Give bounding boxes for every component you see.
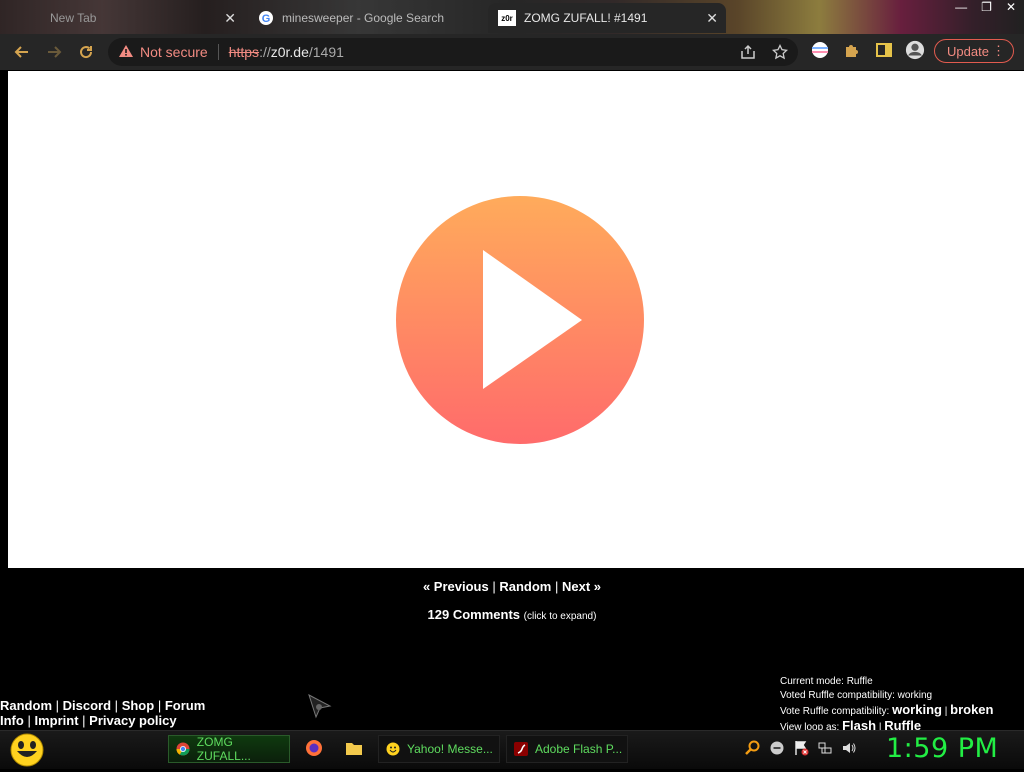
footer-link-shop[interactable]: Shop bbox=[122, 698, 155, 713]
play-button[interactable] bbox=[396, 196, 644, 444]
flash-icon bbox=[513, 741, 529, 757]
arrow-right-icon bbox=[48, 46, 62, 58]
footer-links: Random | Discord | Shop | Forum Info | I… bbox=[0, 698, 205, 728]
close-icon[interactable]: ✕ bbox=[706, 10, 718, 27]
tab-new-tab[interactable]: New Tab ✕ bbox=[20, 3, 244, 33]
footer-link-privacy[interactable]: Privacy policy bbox=[89, 713, 176, 728]
start-button[interactable] bbox=[8, 733, 46, 767]
url-path: /1491 bbox=[308, 44, 344, 60]
forward-button[interactable] bbox=[38, 36, 70, 68]
reload-icon bbox=[80, 46, 93, 59]
footer-link-discord[interactable]: Discord bbox=[63, 698, 111, 713]
footer-separator: | bbox=[27, 713, 31, 728]
bookmark-star-icon[interactable] bbox=[771, 43, 789, 63]
nav-separator: | bbox=[492, 579, 496, 594]
flash-player-area[interactable] bbox=[8, 71, 1024, 568]
vote-broken-link[interactable]: broken bbox=[950, 702, 993, 717]
tab-title: New Tab bbox=[50, 11, 97, 25]
footer-row: Info | Imprint | Privacy policy bbox=[0, 713, 205, 728]
vote-compatibility-row: Vote Ruffle compatibility: working | bro… bbox=[780, 703, 993, 719]
nav-separator: | bbox=[554, 579, 559, 594]
vote-separator: | bbox=[944, 706, 948, 717]
vote-working-link[interactable]: working bbox=[892, 702, 942, 717]
ruffle-mode-info: Current mode: Ruffle Voted Ruffle compat… bbox=[780, 675, 993, 735]
voted-compatibility: Voted Ruffle compatibility: working bbox=[780, 690, 933, 701]
loop-navigation: « Previous | Random | Next » bbox=[0, 579, 1024, 594]
url-scheme: https bbox=[228, 44, 260, 60]
extensions-puzzle-icon[interactable] bbox=[842, 40, 862, 60]
omnibox-actions bbox=[740, 43, 789, 63]
comments-count: 129 Comments bbox=[427, 607, 521, 622]
footer-separator: | bbox=[82, 713, 86, 728]
share-icon[interactable] bbox=[740, 44, 756, 63]
vote-label: Vote Ruffle compatibility: bbox=[780, 706, 890, 717]
play-icon bbox=[483, 250, 582, 389]
tab-google-search[interactable]: G minesweeper - Google Search bbox=[250, 3, 480, 33]
taskbar-app-label: Yahoo! Messe... bbox=[407, 742, 493, 756]
random-link[interactable]: Random bbox=[499, 579, 551, 594]
taskbar-clock[interactable]: 1:59 PM bbox=[886, 733, 998, 764]
current-mode: Current mode: Ruffle bbox=[780, 676, 873, 687]
comments-toggle[interactable]: 129 Comments (click to expand) bbox=[0, 607, 1024, 622]
taskbar-app-yahoo-messenger[interactable]: Yahoo! Messe... bbox=[378, 735, 500, 763]
footer-row: Random | Discord | Shop | Forum bbox=[0, 698, 205, 713]
footer-link-random[interactable]: Random bbox=[0, 698, 52, 713]
side-panel-icon[interactable] bbox=[874, 40, 894, 60]
taskbar-app-chrome[interactable]: ZOMG ZUFALL... bbox=[168, 735, 290, 763]
divider bbox=[217, 44, 219, 60]
back-button[interactable] bbox=[6, 36, 38, 68]
warning-icon[interactable] bbox=[118, 44, 134, 61]
taskbar-app-label: Adobe Flash P... bbox=[535, 742, 623, 756]
url-separator: :// bbox=[259, 44, 271, 60]
google-icon: G bbox=[258, 10, 274, 26]
browser-toolbar: Not secure https://z0r.de/1491 Update ⋮ bbox=[0, 34, 1024, 70]
more-menu-icon[interactable]: ⋮ bbox=[992, 43, 1005, 59]
taskbar-app-flash-player[interactable]: Adobe Flash P... bbox=[506, 735, 628, 763]
messenger-tray-icon[interactable] bbox=[769, 740, 785, 756]
smiley-start-icon bbox=[10, 733, 44, 767]
folder-icon[interactable] bbox=[345, 739, 363, 757]
taskbar-app-label: ZOMG ZUFALL... bbox=[196, 735, 251, 763]
update-label: Update bbox=[947, 43, 989, 59]
volume-icon[interactable] bbox=[841, 740, 857, 756]
network-icon[interactable] bbox=[817, 740, 833, 756]
footer-separator: | bbox=[114, 698, 119, 713]
restore-icon[interactable]: ❐ bbox=[981, 0, 992, 14]
search-icon[interactable] bbox=[745, 740, 761, 756]
footer-link-info[interactable]: Info bbox=[0, 713, 24, 728]
profile-flag-icon[interactable] bbox=[810, 40, 830, 60]
url-host: z0r.de bbox=[270, 44, 309, 60]
update-button[interactable]: Update ⋮ bbox=[934, 39, 1014, 63]
z0r-favicon-icon: z0r bbox=[498, 10, 516, 26]
address-bar[interactable]: Not secure https://z0r.de/1491 bbox=[108, 38, 798, 66]
footer-separator: | bbox=[157, 698, 162, 713]
svg-text:G: G bbox=[262, 13, 271, 25]
footer-separator: | bbox=[55, 698, 60, 713]
mouse-cursor-icon bbox=[306, 692, 334, 725]
footer-link-forum[interactable]: Forum bbox=[165, 698, 205, 713]
chrome-icon bbox=[175, 741, 191, 757]
footer-link-imprint[interactable]: Imprint bbox=[34, 713, 78, 728]
minimize-icon[interactable]: — bbox=[955, 0, 967, 14]
taskbar: ZOMG ZUFALL... Yahoo! Messe... Adobe Fla… bbox=[0, 730, 1024, 769]
action-center-flag-icon[interactable] bbox=[793, 740, 809, 756]
tab-title: ZOMG ZUFALL! #1491 bbox=[524, 11, 648, 25]
next-link[interactable]: Next » bbox=[562, 579, 601, 594]
previous-link[interactable]: « Previous bbox=[423, 579, 489, 594]
url-text[interactable]: https://z0r.de/1491 bbox=[229, 44, 344, 60]
firefox-icon[interactable] bbox=[305, 739, 323, 757]
close-window-icon[interactable]: ✕ bbox=[1006, 0, 1016, 14]
profile-avatar-icon[interactable] bbox=[905, 40, 925, 60]
security-label[interactable]: Not secure bbox=[140, 44, 208, 60]
tab-title: minesweeper - Google Search bbox=[282, 11, 445, 25]
arrow-left-icon bbox=[14, 46, 28, 58]
yahoo-messenger-icon bbox=[385, 741, 401, 757]
comments-hint: (click to expand) bbox=[523, 611, 597, 622]
close-icon[interactable]: ✕ bbox=[224, 10, 236, 27]
tab-zomg-zufall[interactable]: z0r ZOMG ZUFALL! #1491 ✕ bbox=[488, 3, 726, 33]
window-controls: — ❐ ✕ bbox=[955, 0, 1016, 14]
reload-button[interactable] bbox=[70, 36, 102, 68]
